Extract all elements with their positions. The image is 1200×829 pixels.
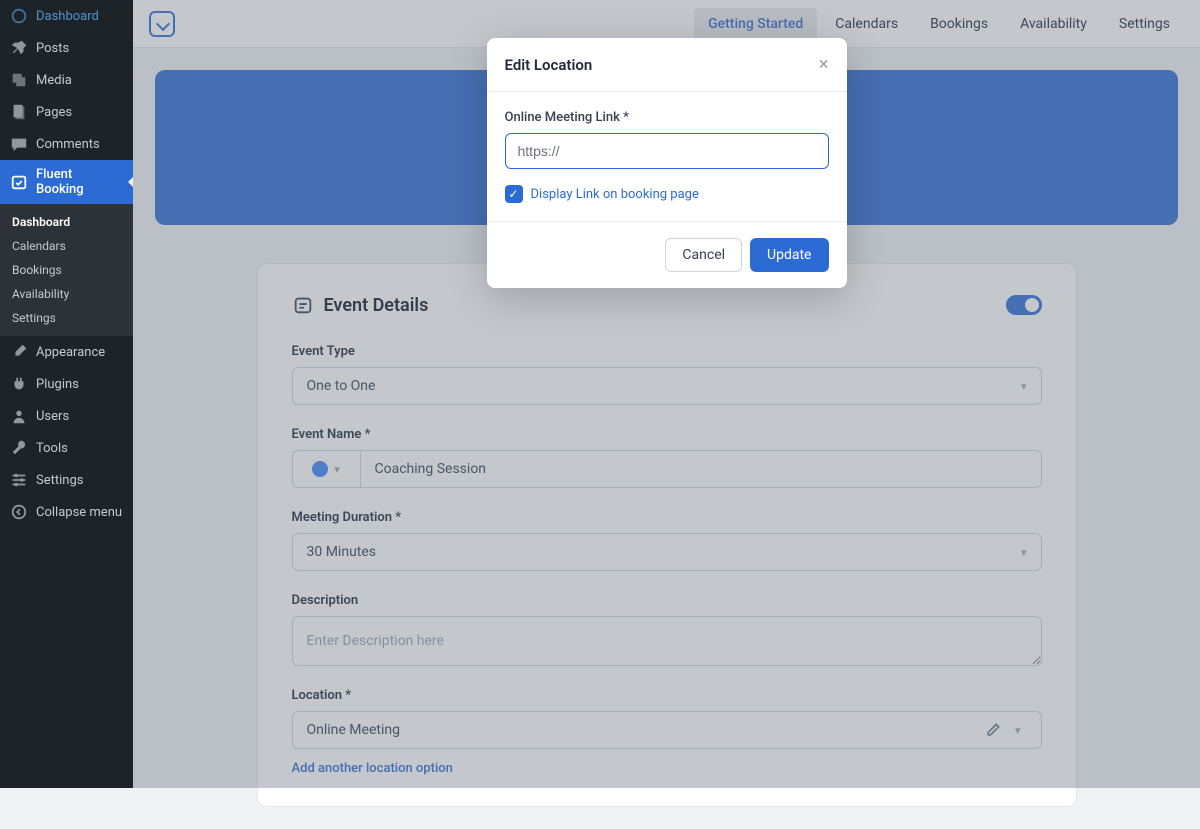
display-link-checkbox[interactable]: ✓	[505, 185, 523, 203]
wp-menu-collapse[interactable]: Collapse menu	[0, 496, 133, 528]
edit-location-modal: Edit Location × Online Meeting Link * ✓ …	[487, 38, 847, 288]
plug-icon	[10, 375, 28, 393]
display-link-checkbox-label: Display Link on booking page	[531, 187, 699, 202]
wp-menu-tools[interactable]: Tools	[0, 432, 133, 464]
wp-menu-label: Collapse menu	[36, 505, 122, 520]
wp-menu-label: Users	[36, 409, 69, 424]
meeting-link-label: Online Meeting Link *	[505, 110, 829, 125]
wp-admin-sidebar: Dashboard Posts Media Pages Comments Flu…	[0, 0, 133, 788]
update-button[interactable]: Update	[750, 238, 828, 272]
wp-menu-media[interactable]: Media	[0, 64, 133, 96]
meeting-link-input[interactable]	[505, 133, 829, 169]
wp-menu-label: Plugins	[36, 377, 79, 392]
wp-menu-label: Pages	[36, 105, 72, 120]
wp-submenu: Dashboard Calendars Bookings Availabilit…	[0, 204, 133, 336]
wrench-icon	[10, 439, 28, 457]
calendar-check-icon	[10, 173, 28, 191]
wp-menu-settings[interactable]: Settings	[0, 464, 133, 496]
wp-menu-dashboard[interactable]: Dashboard	[0, 0, 133, 32]
wp-menu-fluent-booking[interactable]: Fluent Booking	[0, 160, 133, 204]
wp-menu-label: Appearance	[36, 345, 105, 360]
gauge-icon	[10, 7, 28, 25]
wp-sub-settings[interactable]: Settings	[0, 306, 133, 330]
wp-sub-availability[interactable]: Availability	[0, 282, 133, 306]
wp-menu-users[interactable]: Users	[0, 400, 133, 432]
comment-icon	[10, 135, 28, 153]
wp-menu-plugins[interactable]: Plugins	[0, 368, 133, 400]
collapse-icon	[10, 503, 28, 521]
modal-title: Edit Location	[505, 56, 593, 74]
cancel-button[interactable]: Cancel	[665, 238, 742, 272]
wp-menu-label: Media	[36, 73, 72, 88]
main-area: Getting Started Calendars Bookings Avail…	[133, 0, 1200, 788]
wp-menu-label: Fluent Booking	[36, 167, 123, 197]
wp-menu-label: Posts	[36, 41, 69, 56]
user-icon	[10, 407, 28, 425]
pin-icon	[10, 39, 28, 57]
media-icon	[10, 71, 28, 89]
wp-menu-label: Dashboard	[36, 9, 99, 24]
page-icon	[10, 103, 28, 121]
wp-sub-dashboard[interactable]: Dashboard	[0, 210, 133, 234]
wp-menu-label: Comments	[36, 137, 100, 152]
wp-menu-comments[interactable]: Comments	[0, 128, 133, 160]
wp-sub-calendars[interactable]: Calendars	[0, 234, 133, 258]
wp-menu-pages[interactable]: Pages	[0, 96, 133, 128]
wp-menu-posts[interactable]: Posts	[0, 32, 133, 64]
wp-menu-label: Tools	[36, 441, 68, 456]
brush-icon	[10, 343, 28, 361]
wp-menu-appearance[interactable]: Appearance	[0, 336, 133, 368]
wp-sub-bookings[interactable]: Bookings	[0, 258, 133, 282]
wp-menu-label: Settings	[36, 473, 83, 488]
sliders-icon	[10, 471, 28, 489]
close-icon[interactable]: ×	[819, 54, 829, 75]
